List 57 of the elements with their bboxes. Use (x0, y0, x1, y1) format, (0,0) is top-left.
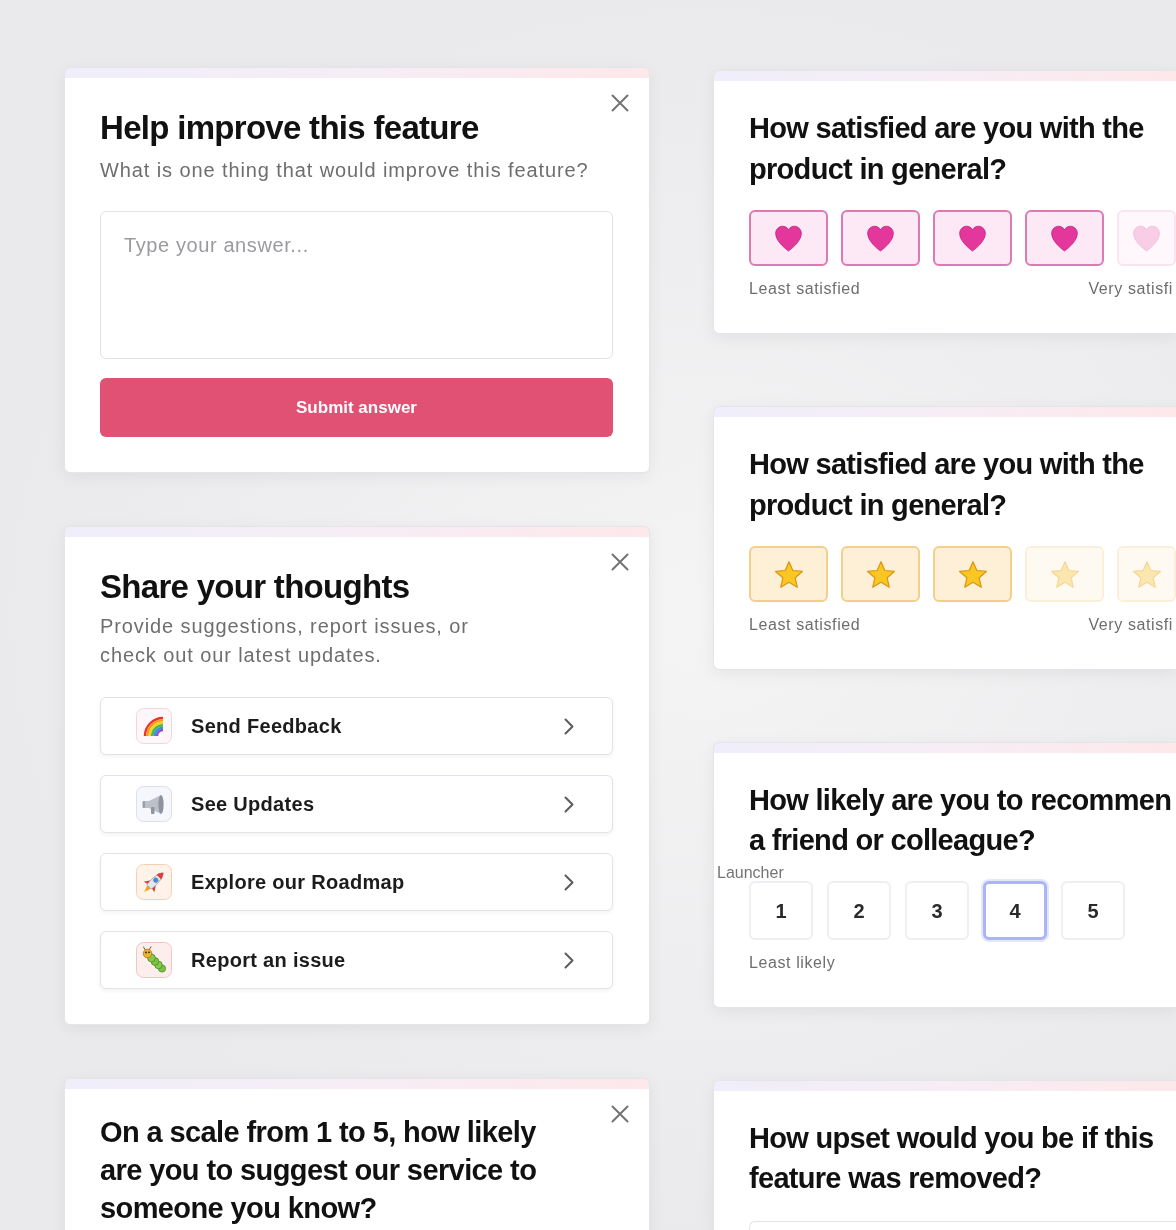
heart-icon (1133, 224, 1160, 252)
panel-title: How satisfied are you with the product in general? (749, 447, 1145, 523)
star-icon (866, 560, 895, 588)
menu-item[interactable]: Send Feedback (100, 697, 613, 755)
chevron-right-icon (564, 951, 574, 969)
scale-option[interactable]: 3 (905, 881, 969, 940)
heart-icon (959, 224, 986, 252)
rocket-icon (136, 864, 172, 900)
panel-title: How likely are you to recommen a friend or colleague? (749, 783, 1173, 858)
close-icon (611, 94, 629, 112)
close-button[interactable] (611, 1105, 629, 1123)
heart-icon (1051, 224, 1078, 252)
chevron-right-icon (564, 795, 574, 813)
rating-option[interactable] (841, 546, 920, 602)
rating-option[interactable] (749, 210, 828, 266)
submit-button[interactable]: Submit answer (100, 378, 613, 437)
panel-description: What is one thing that would improve this feature? (100, 158, 590, 182)
panel-title: Share your thoughts (100, 567, 411, 607)
panel-title: How upset would you be if this feature was removed? (749, 1121, 1155, 1196)
panel-title: Help improve this feature (100, 108, 480, 148)
close-button[interactable] (611, 94, 629, 112)
menu-item[interactable]: Report an issue (100, 931, 613, 989)
rating-option[interactable] (933, 546, 1012, 602)
scale-option[interactable]: 4 (983, 881, 1047, 940)
rating-option[interactable] (749, 546, 828, 602)
heart-icon (867, 224, 894, 252)
caterpillar-icon (136, 942, 172, 978)
star-icon (958, 560, 987, 588)
megaphone-icon (136, 786, 172, 822)
rainbow-icon (136, 708, 172, 744)
close-icon (611, 1105, 629, 1123)
floating-label: Launcher (717, 864, 784, 882)
chevron-right-icon (564, 873, 574, 891)
star-icon (774, 560, 803, 588)
scale-label: Very satisfi (1088, 615, 1173, 635)
rating-option[interactable] (933, 210, 1012, 266)
menu-item[interactable]: See Updates (100, 775, 613, 833)
scale-label: Least satisfied (749, 279, 861, 299)
close-button[interactable] (611, 553, 629, 571)
star-icon (1132, 560, 1161, 588)
scale-label: Least satisfied (749, 615, 861, 635)
scale-option[interactable]: 2 (827, 881, 891, 940)
answer-field[interactable]: Type your answer... (100, 211, 613, 359)
rating-option[interactable] (841, 210, 920, 266)
scale-option[interactable]: 5 (1061, 881, 1125, 940)
rating-option[interactable] (1025, 210, 1104, 266)
close-icon (611, 553, 629, 571)
panel-title: On a scale from 1 to 5, how likely are you to suggest our service to someone you know? (100, 1115, 538, 1226)
chevron-right-icon (564, 717, 574, 735)
scale-label: Least likely (749, 953, 836, 973)
menu-item[interactable]: Explore our Roadmap (100, 853, 613, 911)
scale-option[interactable]: 1 (749, 881, 813, 940)
scale-label: Very satisfi (1088, 279, 1173, 299)
star-icon (1050, 560, 1079, 588)
panel-description: Provide suggestions, report issues, or check out our latest updates. (100, 614, 470, 668)
panel-title: How satisfied are you with the product in general? (749, 111, 1145, 187)
heart-icon (775, 224, 802, 252)
